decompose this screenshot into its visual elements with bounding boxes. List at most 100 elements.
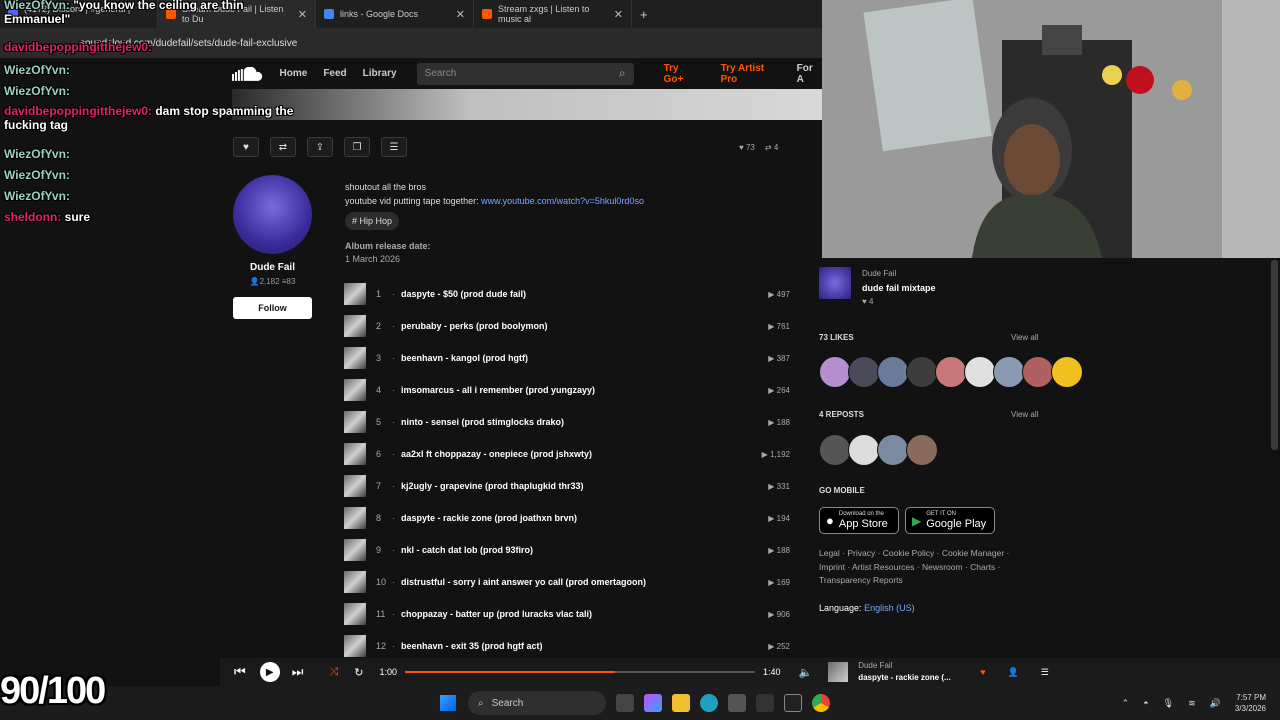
file-explorer-icon[interactable] [672, 694, 690, 712]
footer-links[interactable]: Legal · Privacy · Cookie Policy · Cookie… [819, 547, 1009, 588]
follow-button[interactable]: Follow [233, 297, 312, 319]
progress-bar[interactable] [404, 671, 755, 673]
track-artwork[interactable] [344, 539, 366, 561]
related-artist[interactable]: Dude Fail [862, 269, 896, 278]
liker-avatar[interactable] [964, 356, 996, 388]
like-icon[interactable]: ♥ [980, 667, 985, 677]
liker-avatar[interactable] [1051, 356, 1083, 388]
related-title[interactable]: dude fail mixtape [862, 283, 936, 293]
track-row[interactable]: 4 · imsomarcus - all i remember (prod yung… [344, 379, 790, 401]
try-go-plus-link[interactable]: Try Go+ [664, 63, 701, 85]
microphone-icon[interactable]: 🎙 [1163, 698, 1174, 709]
tab-soundcloud-zxgs[interactable]: Stream zxgs | Listen to music al ✕ [474, 0, 632, 28]
play-button[interactable]: ▶ [259, 662, 280, 682]
windows-start-icon[interactable] [440, 695, 456, 711]
google-play-badge[interactable]: ▶ GET IT ON Google Play [905, 507, 995, 534]
language-selector[interactable]: English (US) [864, 603, 915, 613]
footer-line[interactable]: Imprint · Artist Resources · Newsroom · … [819, 561, 1009, 575]
now-playing-artwork[interactable] [828, 662, 849, 682]
reposts-view-all[interactable]: View all [1011, 410, 1038, 419]
taskbar-search[interactable]: ⌕ Search [468, 691, 606, 715]
track-title[interactable]: daspyte - $50 (prod dude fail) [401, 289, 526, 299]
artist-name[interactable]: Dude Fail [233, 262, 312, 273]
liker-avatar[interactable] [993, 356, 1025, 388]
task-view-icon[interactable] [616, 694, 634, 712]
track-title[interactable]: kj2ugly - grapevine (prod thaplugkid thr… [401, 481, 584, 491]
genre-tag[interactable]: # Hip Hop [345, 212, 400, 230]
track-artwork[interactable] [344, 443, 366, 465]
track-title[interactable]: ninto - sensei (prod stimglocks drako) [401, 417, 564, 427]
track-row[interactable]: 11 · choppazay - batter up (prod luracks v… [344, 603, 790, 625]
track-artwork[interactable] [344, 603, 366, 625]
track-row[interactable]: 3 · beenhavn - kangol (prod hgtf) ▶ 387 [344, 347, 790, 369]
track-title[interactable]: choppazay - batter up (prod luracks vlac… [401, 609, 592, 619]
tab-google-docs[interactable]: links - Google Docs ✕ [316, 0, 474, 28]
track-row[interactable]: 12 · beenhavn - exit 35 (prod hgtf act) ▶ 2… [344, 635, 790, 657]
track-row[interactable]: 2 · perubaby - perks (prod boolymon) ▶ 761 [344, 315, 790, 337]
track-title[interactable]: aa2xl ft choppazay - onepiece (prod jshx… [401, 449, 592, 459]
track-artwork[interactable] [344, 347, 366, 369]
track-row[interactable]: 7 · kj2ugly - grapevine (prod thaplugkid t… [344, 475, 790, 497]
volume-icon[interactable]: 🔊 [1210, 698, 1221, 709]
reposter-avatar[interactable] [877, 434, 909, 466]
repeat-icon[interactable]: ↻ [354, 666, 363, 679]
track-row[interactable]: 10 · distrustful - sorry i aint answer yo … [344, 571, 790, 593]
chrome-icon[interactable] [812, 694, 830, 712]
track-artwork[interactable] [344, 571, 366, 593]
track-title[interactable]: beenhavn - kangol (prod hgtf) [401, 353, 528, 363]
wifi-icon[interactable]: ≋ [1188, 698, 1196, 709]
copy-link-button[interactable]: ❐ [344, 137, 370, 157]
track-artwork[interactable] [344, 635, 366, 657]
liker-avatar[interactable] [848, 356, 880, 388]
reposter-avatar[interactable] [848, 434, 880, 466]
track-artwork[interactable] [344, 475, 366, 497]
next-icon[interactable]: ⏭ [292, 664, 304, 680]
repost-button[interactable]: ⇄ [270, 137, 296, 157]
scrollbar-thumb[interactable] [1271, 260, 1278, 450]
reposter-avatar[interactable] [906, 434, 938, 466]
liker-avatar[interactable] [1022, 356, 1054, 388]
track-artwork[interactable] [344, 283, 366, 305]
nav-feed[interactable]: Feed [323, 68, 346, 79]
now-playing-artist[interactable]: Dude Fail [858, 660, 958, 672]
track-artwork[interactable] [344, 507, 366, 529]
track-title[interactable]: beenhavn - exit 35 (prod hgtf act) [401, 641, 543, 651]
track-artwork[interactable] [344, 411, 366, 433]
track-title[interactable]: distrustful - sorry i aint answer yo cal… [401, 577, 646, 587]
edge-icon[interactable] [700, 694, 718, 712]
nav-home[interactable]: Home [280, 68, 308, 79]
close-icon[interactable]: ✕ [456, 8, 465, 21]
track-row[interactable]: 1 · daspyte - $50 (prod dude fail) ▶ 497 [344, 283, 790, 305]
network-icon[interactable]: ◓ [1143, 698, 1148, 708]
track-title[interactable]: daspyte - rackie zone (prod joathxn brvn… [401, 513, 577, 523]
search-icon[interactable]: ⌕ [619, 66, 626, 81]
artist-avatar[interactable] [233, 175, 312, 254]
app-icon[interactable] [756, 694, 774, 712]
liker-avatar[interactable] [877, 356, 909, 388]
share-button[interactable]: ⇪ [307, 137, 333, 157]
store-icon[interactable] [728, 694, 746, 712]
footer-line[interactable]: Transparency Reports [819, 574, 1009, 588]
app-icon[interactable] [784, 694, 802, 712]
track-title[interactable]: nkl - catch dat lob (prod 93firo) [401, 545, 533, 555]
try-artist-pro-link[interactable]: Try Artist Pro [721, 63, 783, 85]
liker-avatar[interactable] [819, 356, 851, 388]
now-playing-title[interactable]: daspyte - rackie zone (... [858, 672, 958, 684]
track-row[interactable]: 5 · ninto - sensei (prod stimglocks drako)… [344, 411, 790, 433]
clock[interactable]: 7:57 PM 3/3/2026 [1235, 692, 1266, 714]
search-input[interactable]: Search ⌕ [416, 62, 634, 85]
related-artwork[interactable] [819, 267, 851, 299]
footer-line[interactable]: Legal · Privacy · Cookie Policy · Cookie… [819, 547, 1009, 561]
follow-icon[interactable]: 👤 [1008, 667, 1019, 678]
add-to-queue-button[interactable]: ☰ [381, 137, 407, 157]
new-tab-button[interactable]: + [632, 0, 656, 28]
for-artists-link[interactable]: For A [797, 63, 822, 85]
track-row[interactable]: 9 · nkl - catch dat lob (prod 93firo) ▶ 188 [344, 539, 790, 561]
queue-icon[interactable]: ☰ [1041, 667, 1049, 678]
track-title[interactable]: imsomarcus - all i remember (prod yungza… [401, 385, 595, 395]
reposter-avatar[interactable] [819, 434, 851, 466]
liker-avatar[interactable] [935, 356, 967, 388]
copilot-icon[interactable] [644, 694, 662, 712]
close-icon[interactable]: ✕ [614, 8, 623, 21]
shuffle-icon[interactable]: ⤨ [329, 666, 338, 679]
